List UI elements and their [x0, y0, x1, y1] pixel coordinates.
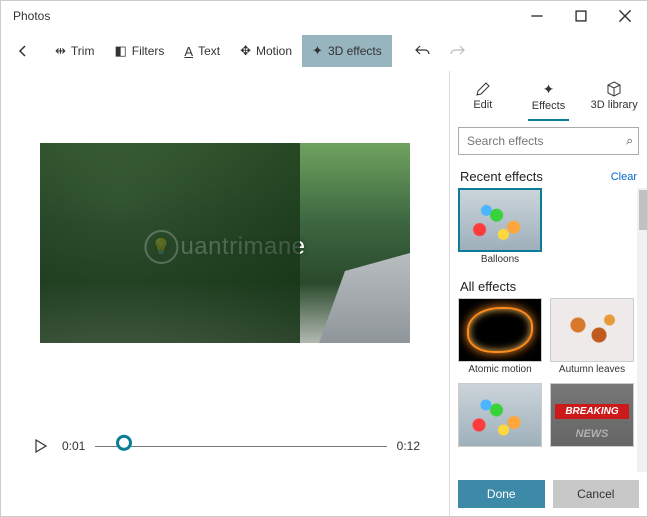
player-bar: 0:01 0:12: [30, 435, 420, 457]
effect-thumb: [458, 298, 542, 362]
3d-effects-icon: ✦: [312, 43, 323, 59]
search-container: ⌕: [450, 121, 647, 161]
effect-label: Balloons: [481, 254, 519, 265]
filters-icon: ◧: [114, 43, 126, 59]
effect-tile-autumn-leaves[interactable]: Autumn leaves: [550, 298, 634, 375]
motion-label: Motion: [256, 44, 292, 58]
3d-effects-label: 3D effects: [328, 44, 382, 58]
tab-edit-label: Edit: [473, 99, 492, 111]
text-icon: A: [184, 44, 193, 59]
search-input[interactable]: [458, 127, 639, 155]
window-controls: [515, 1, 647, 31]
text-button[interactable]: A Text: [174, 35, 230, 67]
effect-thumb: [458, 383, 542, 447]
3d-effects-button[interactable]: ✦ 3D effects: [302, 35, 392, 67]
done-button[interactable]: Done: [458, 480, 545, 508]
maximize-button[interactable]: [559, 1, 603, 31]
watermark: 💡 uantrimane: [144, 230, 305, 264]
text-label: Text: [198, 44, 220, 58]
back-button[interactable]: [7, 35, 39, 67]
effect-thumb: [458, 188, 542, 252]
all-effects-header: All effects: [458, 271, 639, 298]
watermark-icon: 💡: [144, 230, 178, 264]
effect-tile-atomic-motion[interactable]: Atomic motion: [458, 298, 542, 375]
main-area: 💡 uantrimane 0:01 0:12 Edit ✦ Effect: [1, 71, 647, 516]
all-heading: All effects: [460, 279, 516, 294]
scrollbar[interactable]: [637, 188, 647, 472]
effect-thumb: [550, 298, 634, 362]
window-title: Photos: [13, 9, 50, 23]
tab-effects[interactable]: ✦ Effects: [516, 71, 582, 121]
effect-tile[interactable]: [550, 383, 634, 449]
recent-effects-grid: Balloons: [458, 188, 639, 265]
effect-tile[interactable]: [458, 383, 542, 449]
undo-button[interactable]: [406, 35, 440, 67]
motion-button[interactable]: ✥ Motion: [230, 35, 302, 67]
close-button[interactable]: [603, 1, 647, 31]
editor-toolbar: ⇹ Trim ◧ Filters A Text ✥ Motion ✦ 3D ef…: [45, 35, 392, 67]
trim-label: Trim: [71, 44, 95, 58]
track-handle[interactable]: [116, 435, 132, 451]
tab-edit[interactable]: Edit: [450, 71, 516, 121]
toolbar-row: ⇹ Trim ◧ Filters A Text ✥ Motion ✦ 3D ef…: [1, 31, 647, 71]
effect-label: Autumn leaves: [559, 364, 625, 375]
clear-recent-link[interactable]: Clear: [611, 171, 637, 183]
effect-label: Atomic motion: [468, 364, 531, 375]
title-bar: Photos: [1, 1, 647, 31]
tab-effects-label: Effects: [532, 100, 565, 112]
cancel-button[interactable]: Cancel: [553, 480, 640, 508]
panel-footer: Done Cancel: [450, 472, 647, 516]
play-button[interactable]: [30, 435, 52, 457]
trim-button[interactable]: ⇹ Trim: [45, 35, 104, 67]
redo-button[interactable]: [440, 35, 474, 67]
effect-tile-balloons[interactable]: Balloons: [458, 188, 542, 265]
watermark-text: uantrimane: [180, 233, 305, 261]
tab-library-label: 3D library: [591, 99, 638, 111]
preview-pane: 💡 uantrimane 0:01 0:12: [1, 71, 449, 516]
video-canvas[interactable]: 💡 uantrimane: [40, 143, 410, 343]
motion-icon: ✥: [240, 43, 251, 59]
recent-heading: Recent effects: [460, 169, 543, 184]
recent-effects-header: Recent effects Clear: [450, 161, 647, 188]
timeline-track[interactable]: [95, 436, 386, 456]
duration: 0:12: [397, 439, 420, 453]
trim-icon: ⇹: [55, 43, 66, 59]
panel-tabs: Edit ✦ Effects 3D library: [450, 71, 647, 121]
current-time: 0:01: [62, 439, 85, 453]
tab-3d-library[interactable]: 3D library: [581, 71, 647, 121]
effects-panel: Edit ✦ Effects 3D library ⌕ Recent effec…: [449, 71, 647, 516]
scrollbar-thumb[interactable]: [639, 190, 647, 230]
effect-thumb: [550, 383, 634, 447]
filters-button[interactable]: ◧ Filters: [104, 35, 174, 67]
all-effects-grid: Atomic motion Autumn leaves: [458, 298, 639, 449]
pencil-icon: [475, 81, 491, 97]
filters-label: Filters: [132, 44, 165, 58]
minimize-button[interactable]: [515, 1, 559, 31]
sparkle-icon: ✦: [543, 81, 555, 98]
effects-scroll[interactable]: Balloons All effects Atomic motion Autum…: [450, 188, 647, 472]
track-line: [95, 446, 386, 447]
cube-icon: [606, 81, 622, 97]
